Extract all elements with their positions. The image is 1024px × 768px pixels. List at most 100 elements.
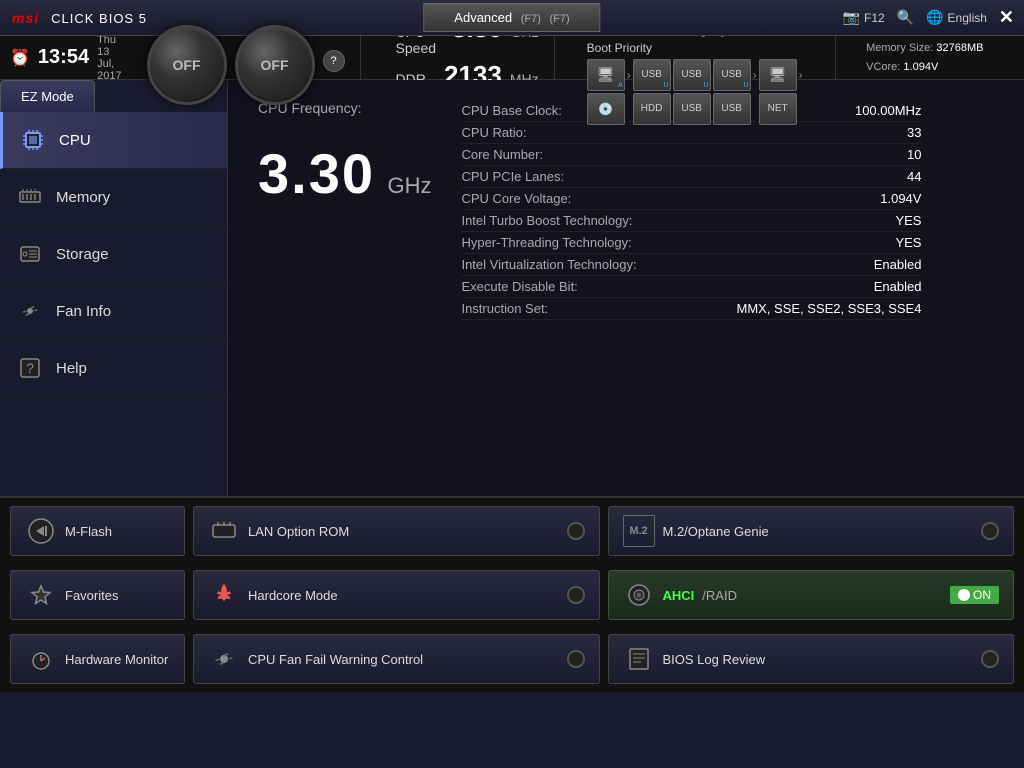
cpu-frequency-panel: CPU Frequency: 3.30 GHz bbox=[258, 100, 431, 202]
advanced-key: (F7) bbox=[521, 13, 541, 25]
cpu-icon bbox=[19, 126, 47, 154]
content-area: EZ Mode bbox=[0, 80, 1024, 496]
help-icon: ? bbox=[16, 354, 44, 382]
spec-hyper-threading: Hyper-Threading Technology: YES bbox=[461, 232, 921, 254]
cpu-freq-display: 3.30 bbox=[258, 142, 375, 205]
screenshot-button[interactable]: 📷 F12 bbox=[843, 9, 885, 26]
ahci-icon bbox=[623, 579, 655, 611]
advanced-tab[interactable]: Advanced (F7) bbox=[423, 3, 600, 32]
bottom-row-3: Hardware Monitor CPU Fan Fail Warning Co… bbox=[10, 634, 1014, 684]
hw-monitor-label: Hardware Monitor bbox=[65, 652, 168, 667]
favorites-icon bbox=[25, 579, 57, 611]
cpu-detail: CPU Frequency: 3.30 GHz CPU Base Clock: … bbox=[258, 100, 994, 320]
mflash-label: M-Flash bbox=[65, 524, 112, 539]
cpu-freq-value-block: 3.30 GHz bbox=[258, 146, 431, 202]
app-logo: msi CLICK BIOS 5 bbox=[0, 7, 147, 28]
svg-text:?: ? bbox=[26, 360, 34, 376]
spec-core-number: Core Number: 10 bbox=[461, 144, 921, 166]
help-button[interactable]: ? bbox=[323, 50, 345, 72]
bios-log-icon bbox=[623, 643, 655, 675]
hardcore-mode-button[interactable]: Hardcore Mode bbox=[193, 570, 600, 620]
boot-icon-7[interactable]: HDD bbox=[633, 93, 671, 125]
boot-icon-4[interactable]: USBU bbox=[713, 59, 751, 91]
toggle-label: ON bbox=[973, 588, 991, 602]
date-display: 13 Jul, 2017 bbox=[97, 46, 121, 82]
m2-optane-radio[interactable] bbox=[981, 522, 999, 540]
hw-monitor-icon bbox=[25, 643, 57, 675]
lan-rom-label: LAN Option ROM bbox=[248, 524, 349, 539]
boot-icon-9[interactable]: USB bbox=[713, 93, 751, 125]
boot-icon-8[interactable]: USB bbox=[673, 93, 711, 125]
cpu-fan-radio[interactable] bbox=[567, 650, 585, 668]
xmp-dial[interactable]: OFF bbox=[235, 25, 315, 105]
search-button[interactable]: 🔍 bbox=[897, 9, 914, 26]
toggle-dot bbox=[958, 589, 970, 601]
bios-log-radio[interactable] bbox=[981, 650, 999, 668]
cpu-fan-warning-button[interactable]: CPU Fan Fail Warning Control bbox=[193, 634, 600, 684]
header-bar: ⏰ 13:54 Thu 13 Jul, 2017 OC GENIE 4 OFF … bbox=[0, 36, 1024, 80]
toggle-on: ON bbox=[950, 586, 999, 604]
sidebar-item-cpu[interactable]: CPU bbox=[0, 112, 227, 169]
raid-label: /RAID bbox=[702, 588, 737, 603]
boot-icon-1[interactable]: 🖥A bbox=[587, 59, 625, 91]
main-area: EZ Mode bbox=[0, 80, 1024, 692]
sidebar-help-label: Help bbox=[56, 360, 87, 377]
spec-core-voltage: CPU Core Voltage: 1.094V bbox=[461, 188, 921, 210]
m2-icon: M.2 bbox=[623, 515, 655, 547]
fan-icon bbox=[16, 297, 44, 325]
spec-turbo-boost: Intel Turbo Boost Technology: YES bbox=[461, 210, 921, 232]
boot-icon-5[interactable]: 🖥 bbox=[759, 59, 797, 91]
sidebar-item-fan-info[interactable]: Fan Info bbox=[0, 283, 227, 340]
sidebar-storage-label: Storage bbox=[56, 246, 109, 263]
boot-icon-6[interactable]: 💿 bbox=[587, 93, 625, 125]
boot-icon-3[interactable]: USBU bbox=[673, 59, 711, 91]
cpu-fan-label: CPU Fan Fail Warning Control bbox=[248, 652, 423, 667]
mflash-icon bbox=[25, 515, 57, 547]
ez-mode-tab[interactable]: EZ Mode bbox=[0, 80, 95, 112]
bottom-row-1: M-Flash LAN Option ROM M.2 M.2/ bbox=[10, 506, 1014, 556]
bios-log-button[interactable]: BIOS Log Review bbox=[608, 634, 1015, 684]
bottom-section: M-Flash LAN Option ROM M.2 M.2/ bbox=[0, 496, 1024, 692]
m2-optane-label: M.2/Optane Genie bbox=[663, 524, 769, 539]
lan-rom-button[interactable]: LAN Option ROM bbox=[193, 506, 600, 556]
hardcore-radio[interactable] bbox=[567, 586, 585, 604]
hardcore-icon bbox=[208, 579, 240, 611]
datetime-display: ⏰ 13:54 Thu 13 Jul, 2017 bbox=[10, 34, 122, 82]
oc-genie-dial[interactable]: OFF bbox=[147, 25, 227, 105]
cpu-content: CPU Frequency: 3.30 GHz CPU Base Clock: … bbox=[228, 80, 1024, 496]
boot-priority-label: Boot Priority bbox=[587, 41, 823, 55]
top-center-nav: Advanced (F7) bbox=[423, 3, 600, 32]
close-button[interactable]: ✕ bbox=[999, 7, 1014, 28]
m2-optane-button[interactable]: M.2 M.2/Optane Genie bbox=[608, 506, 1015, 556]
ahci-raid-button[interactable]: AHCI /RAID ON bbox=[608, 570, 1015, 620]
spec-execute-disable: Execute Disable Bit: Enabled bbox=[461, 276, 921, 298]
cpu-freq-unit: GHz bbox=[387, 173, 431, 198]
boot-icon-10[interactable]: NET bbox=[759, 93, 797, 125]
boot-icon-2[interactable]: USBU bbox=[633, 59, 671, 91]
ahci-label: AHCI bbox=[663, 588, 695, 603]
favorites-label: Favorites bbox=[65, 588, 118, 603]
sidebar-item-storage[interactable]: Storage bbox=[0, 226, 227, 283]
favorites-button[interactable]: Favorites bbox=[10, 570, 185, 620]
language-selector[interactable]: 🌐 English bbox=[926, 9, 987, 26]
sidebar-item-memory[interactable]: Memory bbox=[0, 169, 227, 226]
lan-rom-radio[interactable] bbox=[567, 522, 585, 540]
storage-icon bbox=[16, 240, 44, 268]
sidebar-fan-label: Fan Info bbox=[56, 303, 111, 320]
top-right-controls: 📷 F12 🔍 🌐 English ✕ bbox=[843, 7, 1014, 28]
bios-log-label: BIOS Log Review bbox=[663, 652, 766, 667]
spec-virtualization: Intel Virtualization Technology: Enabled bbox=[461, 254, 921, 276]
spec-pcie-lanes: CPU PCIe Lanes: 44 bbox=[461, 166, 921, 188]
sidebar: EZ Mode bbox=[0, 80, 228, 496]
sidebar-item-help[interactable]: ? Help bbox=[0, 340, 227, 397]
mflash-button[interactable]: M-Flash bbox=[10, 506, 185, 556]
cpu-fan-icon bbox=[208, 643, 240, 675]
sidebar-memory-label: Memory bbox=[56, 189, 110, 206]
hardware-monitor-button[interactable]: Hardware Monitor bbox=[10, 634, 185, 684]
spec-ratio: CPU Ratio: 33 bbox=[461, 122, 921, 144]
spec-instruction-set: Instruction Set: MMX, SSE, SSE2, SSE3, S… bbox=[461, 298, 921, 320]
bottom-row-2: Favorites Hardcore Mode bbox=[10, 570, 1014, 620]
ahci-toggle[interactable]: ON bbox=[950, 586, 999, 604]
cpu-specs-panel: CPU Base Clock: 100.00MHz CPU Ratio: 33 … bbox=[461, 100, 921, 320]
lan-rom-icon bbox=[208, 515, 240, 547]
